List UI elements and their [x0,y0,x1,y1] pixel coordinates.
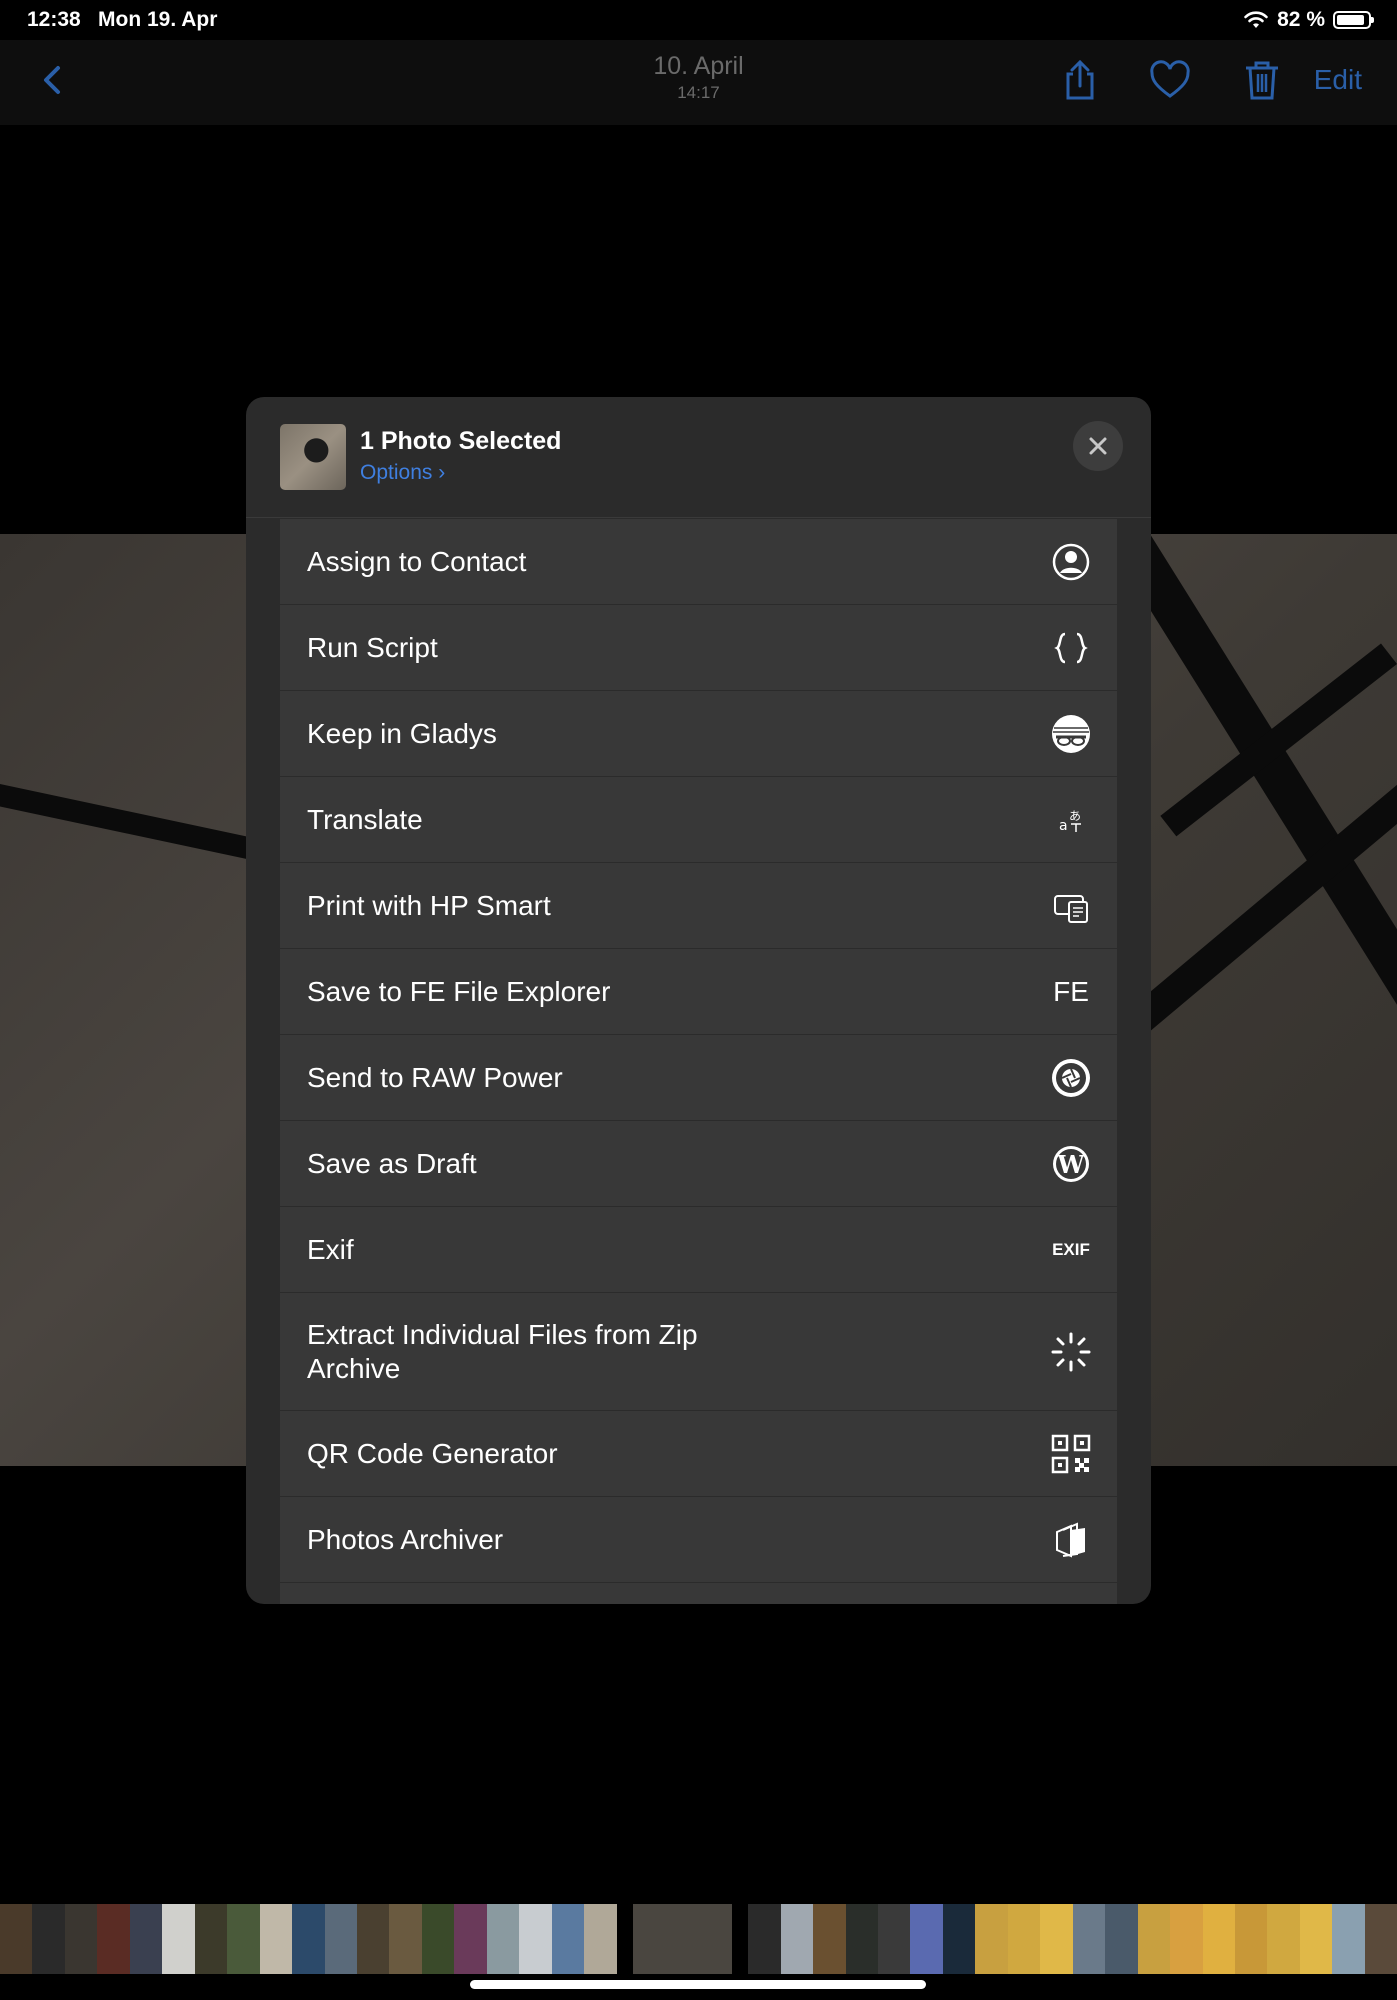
status-time: 12:38 [27,8,81,31]
status-date: Mon 19. Apr [98,8,218,31]
action-label: Exif [307,1233,354,1265]
action-translate[interactable]: Translate a あ [280,777,1117,863]
action-send-raw-power[interactable]: Send to RAW Power [280,1035,1117,1121]
spinner-icon [1051,1332,1091,1371]
action-label: Photos Archiver [307,1523,504,1555]
photo-thumbnail [280,424,346,490]
film-strip[interactable] [0,1904,1397,1974]
exif-icon: EXIF [1052,1239,1090,1259]
action-keep-in-gladys[interactable]: Keep in Gladys [280,691,1117,777]
archive-icon [1056,1521,1085,1558]
action-list: Assign to Contact Run Script Keep in Gla… [280,519,1117,1604]
battery-percent: 82 % [1277,8,1325,31]
nav-bar: 10. April 14:17 Edit [0,40,1397,125]
share-sheet: 1 Photo Selected Options › Assign to Con… [246,397,1151,1604]
translate-icon: a あ [1059,809,1081,834]
svg-text:a: a [1059,818,1068,834]
action-label: Translate [307,803,423,835]
action-label: Run Script [307,631,438,663]
heart-icon[interactable] [1148,58,1192,102]
action-label: QR Code Generator [307,1437,558,1469]
action-label: Print with HP Smart [307,889,551,921]
selection-title: 1 Photo Selected [360,427,562,455]
share-sheet-header: 1 Photo Selected Options › [246,397,1151,518]
action-run-script[interactable]: Run Script [280,605,1117,691]
wifi-icon [1244,11,1268,28]
action-assign-to-contact[interactable]: Assign to Contact [280,519,1117,605]
close-icon [1089,437,1107,455]
action-photos-archiver[interactable]: Photos Archiver [280,1497,1117,1583]
svg-text:あ: あ [1069,809,1081,823]
action-exif[interactable]: Exif EXIF [280,1207,1117,1293]
contact-icon [1052,543,1090,580]
fe-icon: FE [1053,975,1089,1007]
action-label: Save to FE File Explorer [307,975,611,1007]
action-label: Send to RAW Power [307,1061,563,1093]
aperture-icon [1052,1058,1090,1097]
share-icon[interactable] [1058,58,1102,102]
action-label: Save as Draft [307,1147,477,1179]
action-extract-zip[interactable]: Extract Individual Files from Zip Archiv… [280,1293,1117,1411]
braces-icon [1054,632,1088,663]
home-indicator[interactable] [470,1980,926,1989]
options-link[interactable]: Options › [360,461,445,485]
action-label: Extract Individual Files from Zip Archiv… [307,1318,698,1384]
status-right: 82 % [1243,8,1374,32]
printer-icon [1054,894,1088,923]
gladys-icon [1052,714,1090,753]
action-save-fe-file-explorer[interactable]: Save to FE File Explorer FE [280,949,1117,1035]
action-qr-code-generator[interactable]: QR Code Generator [280,1411,1117,1497]
action-label: Assign to Contact [307,545,527,577]
close-button[interactable] [1073,421,1123,471]
options-label: Options [360,461,433,484]
edit-button[interactable]: Edit [1314,64,1362,96]
action-print-hp-smart[interactable]: Print with HP Smart [280,863,1117,949]
qr-code-icon [1051,1434,1091,1473]
trash-icon[interactable] [1240,58,1284,102]
wordpress-icon: W [1053,1145,1089,1182]
status-bar: 12:38 Mon 19. Apr 82 % [0,0,1397,40]
chevron-right-icon: › [438,461,446,484]
svg-text:W: W [1057,1150,1086,1179]
action-list-continuation [280,1583,1117,1604]
battery-icon [1333,11,1374,29]
action-label: Keep in Gladys [307,717,497,749]
action-save-as-draft[interactable]: Save as Draft W [280,1121,1117,1207]
